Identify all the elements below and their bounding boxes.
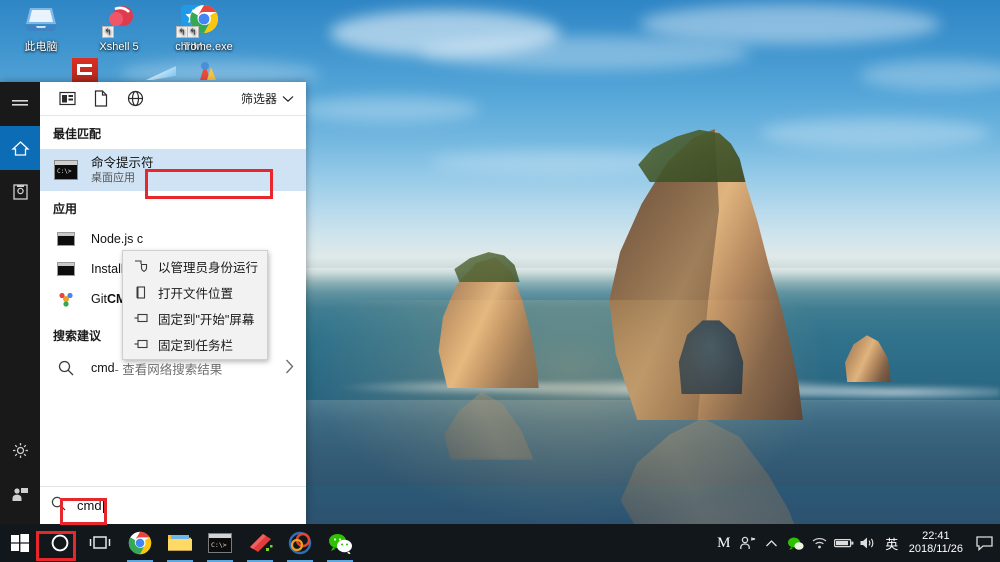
action-center-icon[interactable]: [970, 524, 998, 562]
folder-open-icon: [128, 286, 154, 299]
command-prompt-icon: C:\>: [53, 159, 79, 181]
git-icon: [53, 291, 79, 307]
result-text: 命令提示符 桌面应用: [91, 156, 154, 185]
hamburger-icon[interactable]: [0, 82, 40, 126]
home-icon[interactable]: [0, 126, 40, 170]
menu-item-label: 固定到任务栏: [158, 335, 233, 354]
context-menu: 以管理员身份运行 打开文件位置 固定到"开始"屏: [122, 250, 268, 360]
search-icon: [51, 496, 66, 516]
result-subtitle: 桌面应用: [91, 171, 154, 185]
clock-time: 22:41: [909, 530, 963, 543]
start-button[interactable]: [0, 524, 40, 562]
file-explorer-taskbar-icon[interactable]: [160, 524, 200, 562]
desktop-icon-xshell[interactable]: ↰ Xshell 5: [80, 4, 158, 54]
cortana-search-button[interactable]: [40, 524, 80, 562]
desktop-icon-pdf-partial[interactable]: [72, 58, 98, 82]
start-search-panel: 筛选器 最佳匹配 C:\>: [0, 82, 306, 524]
documents-icon[interactable]: [84, 83, 118, 115]
wechat-tray-icon[interactable]: [784, 524, 808, 562]
desktop-icon-colorful-partial[interactable]: [196, 60, 224, 82]
feedback-icon[interactable]: [0, 472, 40, 516]
browser-taskbar-icon[interactable]: [280, 524, 320, 562]
menu-item-pin-to-taskbar[interactable]: 固定到任务栏: [123, 331, 267, 357]
command-prompt-taskbar-icon[interactable]: C:\>: [200, 524, 240, 562]
wechat-taskbar-icon[interactable]: [320, 524, 360, 562]
filter-label: 筛选器: [241, 90, 277, 107]
menu-item-open-file-location[interactable]: 打开文件位置: [123, 279, 267, 305]
cloud-shape: [420, 36, 750, 70]
search-input-value: cmd: [77, 498, 102, 513]
collections-icon[interactable]: [0, 170, 40, 214]
menu-item-pin-to-start[interactable]: 固定到"开始"屏幕: [123, 305, 267, 331]
suggestion-query: cmd: [91, 361, 115, 375]
mendeley-tray-icon[interactable]: M: [712, 524, 736, 562]
show-hidden-icons-chevron[interactable]: [760, 524, 784, 562]
cloud-shape: [860, 60, 1000, 90]
shield-icon: [128, 260, 154, 273]
ime-tray-icon[interactable]: 英: [880, 524, 904, 562]
chevron-down-icon: [282, 92, 294, 106]
apps-header: 应用: [40, 191, 306, 224]
apps-icon[interactable]: [50, 83, 84, 115]
desktop-icon-this-pc[interactable]: 此电脑: [2, 4, 80, 54]
pin-icon: [128, 338, 154, 350]
chrome-taskbar-icon[interactable]: [120, 524, 160, 562]
result-title: 命令提示符: [91, 156, 154, 171]
desktop-icon-chrome[interactable]: ↰ chrome.exe: [165, 4, 243, 54]
desktop-screen: 此电脑 ↰ Xshell 5 ↰ TIM: [0, 0, 1000, 562]
shortcut-arrow-icon: ↰: [102, 26, 114, 38]
app-label: Node.js c: [91, 232, 143, 246]
search-input[interactable]: cmd: [77, 498, 104, 513]
menu-item-run-as-administrator[interactable]: 以管理员身份运行: [123, 253, 267, 279]
cloud-shape: [640, 4, 940, 44]
volume-tray-icon[interactable]: [856, 524, 880, 562]
search-filter-toolbar: 筛选器: [40, 82, 306, 116]
best-match-header: 最佳匹配: [40, 116, 306, 149]
pin-icon: [128, 312, 154, 324]
menu-item-label: 固定到"开始"屏幕: [158, 309, 254, 328]
xshell-icon: ↰: [80, 4, 158, 38]
svg-text:C:\>: C:\>: [211, 541, 227, 549]
clock-date: 2018/11/26: [909, 543, 963, 556]
suggestion-description: - 查看网络搜索结果: [115, 359, 223, 378]
desktop-icon-label: 此电脑: [25, 41, 58, 53]
cloud-shape: [760, 118, 990, 148]
chrome-icon: ↰: [165, 4, 243, 38]
people-tray-icon[interactable]: [736, 524, 760, 562]
text-caret: [103, 498, 104, 513]
desktop-icon-label: chrome.exe: [175, 41, 232, 53]
battery-tray-icon[interactable]: [832, 524, 856, 562]
task-view-button[interactable]: [80, 524, 120, 562]
cloud-shape: [300, 96, 480, 122]
desktop-icon-label: Xshell 5: [99, 41, 138, 53]
taskbar: C:\>: [0, 524, 1000, 562]
clock[interactable]: 22:41 2018/11/26: [904, 530, 970, 556]
search-left-rail: [0, 82, 40, 524]
sun-glow: [300, 300, 820, 530]
svg-text:C:\>: C:\>: [57, 168, 72, 175]
web-icon[interactable]: [118, 83, 152, 115]
gear-icon[interactable]: [0, 428, 40, 472]
menu-item-label: 打开文件位置: [158, 283, 233, 302]
editor-taskbar-icon[interactable]: [240, 524, 280, 562]
filter-dropdown[interactable]: 筛选器: [241, 90, 298, 107]
app-label: Git: [91, 292, 107, 306]
search-icon: [53, 357, 79, 379]
shortcut-arrow-icon: ↰: [187, 26, 199, 38]
menu-item-label: 以管理员身份运行: [158, 257, 258, 276]
this-pc-icon: [2, 4, 80, 38]
result-command-prompt[interactable]: C:\> 命令提示符 桌面应用: [40, 149, 306, 191]
system-tray: M: [712, 524, 1000, 562]
console-icon: [53, 261, 79, 277]
console-icon: [53, 231, 79, 247]
chevron-right-icon: [285, 359, 294, 377]
search-input-row[interactable]: cmd: [40, 486, 306, 524]
network-tray-icon[interactable]: [808, 524, 832, 562]
